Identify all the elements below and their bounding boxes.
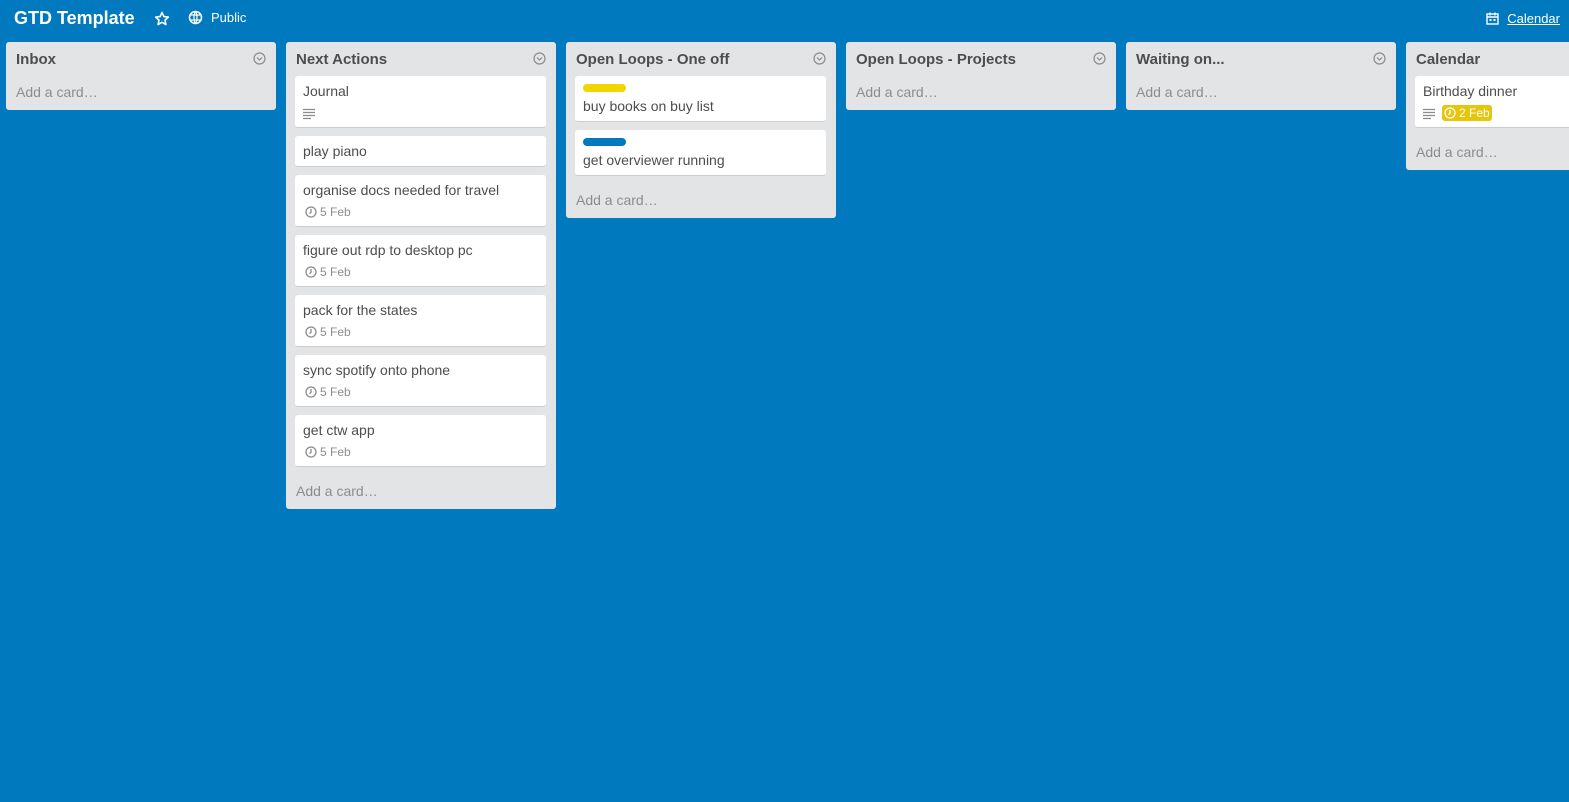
card[interactable]: Journal bbox=[295, 76, 546, 128]
calendar-icon bbox=[1486, 12, 1499, 25]
card-title: Birthday dinner bbox=[1423, 83, 1518, 99]
card[interactable]: buy books on buy list bbox=[575, 76, 826, 122]
card[interactable]: Birthday dinner 2 Feb bbox=[1415, 76, 1569, 128]
card[interactable]: figure out rdp to desktop pc 5 Feb bbox=[295, 235, 546, 287]
due-date-text: 5 Feb bbox=[320, 265, 351, 279]
card-title: sync spotify onto phone bbox=[303, 362, 451, 378]
clock-icon bbox=[305, 386, 317, 398]
globe-icon bbox=[188, 10, 203, 25]
card[interactable]: organise docs needed for travel 5 Feb bbox=[295, 175, 546, 227]
list-header: Open Loops - One off bbox=[566, 42, 836, 76]
card-title: buy books on buy list bbox=[583, 98, 714, 114]
list-title[interactable]: Calendar bbox=[1416, 51, 1480, 68]
due-date-text: 5 Feb bbox=[320, 445, 351, 459]
list-open-loops-one-off: Open Loops - One off buy books on buy li… bbox=[566, 42, 836, 218]
list-title[interactable]: Waiting on... bbox=[1136, 51, 1225, 68]
card[interactable]: get overviewer running bbox=[575, 130, 826, 176]
due-date-badge: 5 Feb bbox=[303, 444, 353, 460]
due-date-text: 5 Feb bbox=[320, 385, 351, 399]
due-date-text: 5 Feb bbox=[320, 205, 351, 219]
calendar-link-label: Calendar bbox=[1507, 11, 1560, 26]
description-icon bbox=[1423, 107, 1435, 120]
list-menu-icon[interactable] bbox=[253, 52, 266, 65]
description-icon bbox=[303, 107, 315, 120]
due-date-badge: 2 Feb bbox=[1442, 105, 1492, 121]
list-menu-icon[interactable] bbox=[533, 52, 546, 65]
clock-icon bbox=[305, 326, 317, 338]
card[interactable]: play piano bbox=[295, 136, 546, 167]
list-calendar: Calendar Birthday dinner 2 Feb Add a car… bbox=[1406, 42, 1569, 170]
add-card-button[interactable]: Add a card… bbox=[286, 475, 556, 509]
list-waiting-on: Waiting on... Add a card… bbox=[1126, 42, 1396, 110]
due-date-badge: 5 Feb bbox=[303, 264, 353, 280]
due-date-badge: 5 Feb bbox=[303, 384, 353, 400]
card-title: pack for the states bbox=[303, 302, 418, 318]
list-title[interactable]: Open Loops - One off bbox=[576, 51, 729, 68]
board-title[interactable]: GTD Template bbox=[14, 8, 135, 29]
list-menu-icon[interactable] bbox=[1093, 52, 1106, 65]
label-yellow bbox=[583, 84, 626, 92]
clock-icon bbox=[305, 446, 317, 458]
card[interactable]: pack for the states 5 Feb bbox=[295, 295, 546, 347]
add-card-button[interactable]: Add a card… bbox=[846, 76, 1116, 110]
add-card-button[interactable]: Add a card… bbox=[6, 76, 276, 110]
card-title: get ctw app bbox=[303, 422, 375, 438]
visibility-label: Public bbox=[211, 10, 247, 25]
list-header: Inbox bbox=[6, 42, 276, 76]
add-card-button[interactable]: Add a card… bbox=[566, 184, 836, 218]
add-card-button[interactable]: Add a card… bbox=[1126, 76, 1396, 110]
calendar-power-up-link[interactable]: Calendar bbox=[1486, 11, 1560, 26]
list-header: Waiting on... bbox=[1126, 42, 1396, 76]
star-icon[interactable] bbox=[153, 10, 171, 28]
list-title[interactable]: Open Loops - Projects bbox=[856, 51, 1016, 68]
card-title: get overviewer running bbox=[583, 152, 725, 168]
list-header: Open Loops - Projects bbox=[846, 42, 1116, 76]
card-title: Journal bbox=[303, 83, 349, 99]
list-title[interactable]: Inbox bbox=[16, 51, 56, 68]
due-date-text: 5 Feb bbox=[320, 325, 351, 339]
card-title: organise docs needed for travel bbox=[303, 182, 500, 198]
card-title: play piano bbox=[303, 143, 367, 159]
list-menu-icon[interactable] bbox=[813, 52, 826, 65]
due-date-text: 2 Feb bbox=[1459, 106, 1490, 120]
list-open-loops-projects: Open Loops - Projects Add a card… bbox=[846, 42, 1116, 110]
board-header: GTD Template Public Calendar bbox=[0, 0, 1569, 38]
list-inbox: Inbox Add a card… bbox=[6, 42, 276, 110]
clock-icon bbox=[1444, 107, 1456, 119]
visibility-button[interactable]: Public bbox=[188, 10, 246, 25]
due-date-badge: 5 Feb bbox=[303, 324, 353, 340]
label-blue bbox=[583, 138, 626, 146]
clock-icon bbox=[305, 206, 317, 218]
list-next-actions: Next Actions Journal play piano organise… bbox=[286, 42, 556, 509]
due-date-badge: 5 Feb bbox=[303, 204, 353, 220]
list-menu-icon[interactable] bbox=[1373, 52, 1386, 65]
clock-icon bbox=[305, 266, 317, 278]
list-header: Next Actions bbox=[286, 42, 556, 76]
card[interactable]: get ctw app 5 Feb bbox=[295, 415, 546, 467]
card-title: figure out rdp to desktop pc bbox=[303, 242, 473, 258]
list-title[interactable]: Next Actions bbox=[296, 51, 387, 68]
card[interactable]: sync spotify onto phone 5 Feb bbox=[295, 355, 546, 407]
add-card-button[interactable]: Add a card… bbox=[1406, 136, 1569, 170]
list-header: Calendar bbox=[1406, 42, 1569, 76]
